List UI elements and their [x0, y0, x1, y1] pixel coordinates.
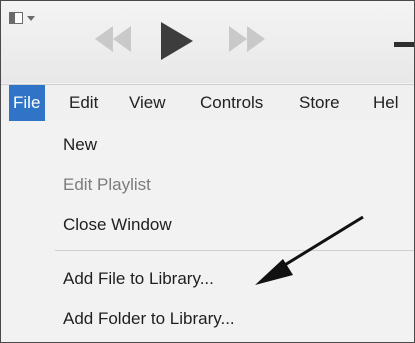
rewind-icon [95, 26, 131, 52]
volume-slider-track[interactable] [394, 42, 414, 47]
menu-help[interactable]: Hel [373, 85, 399, 121]
menu-item-add-folder-to-library[interactable]: Add Folder to Library... [63, 309, 235, 329]
play-button[interactable] [159, 22, 195, 60]
menu-controls[interactable]: Controls [200, 85, 263, 121]
fast-forward-button[interactable] [227, 26, 269, 52]
play-icon [161, 22, 193, 60]
menu-item-edit-playlist: Edit Playlist [63, 175, 151, 194]
fast-forward-icon [229, 26, 265, 52]
menu-view[interactable]: View [129, 85, 166, 121]
chevron-down-icon[interactable] [27, 16, 35, 21]
player-toolbar [1, 1, 414, 83]
menu-item-new[interactable]: New [63, 135, 97, 155]
rewind-button[interactable] [93, 26, 133, 52]
menu-edit[interactable]: Edit [69, 85, 98, 121]
menu-bar: File Edit View Controls Store Hel [1, 84, 414, 122]
window-layout-icon[interactable] [9, 12, 23, 24]
itunes-window: File Edit View Controls Store Hel New Ed… [0, 0, 415, 343]
arrow-pointer-icon [255, 215, 364, 285]
menu-file[interactable]: File [9, 85, 46, 121]
menu-item-close-window[interactable]: Close Window [63, 215, 172, 235]
menu-store[interactable]: Store [299, 85, 340, 121]
menu-item-add-file-to-library[interactable]: Add File to Library... [63, 269, 214, 289]
